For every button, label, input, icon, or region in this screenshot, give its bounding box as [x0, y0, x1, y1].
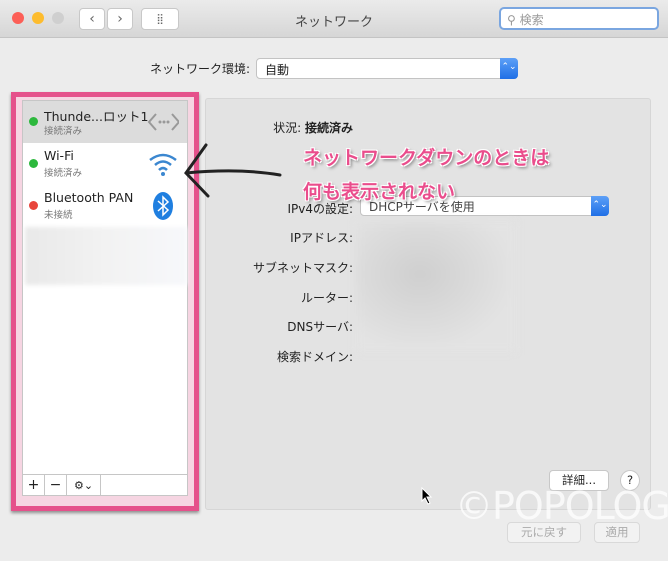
status-dot [29, 159, 38, 168]
search-icon: ⚲ [507, 13, 520, 27]
revert-button[interactable]: 元に戻す [507, 522, 581, 543]
service-name: Bluetooth PAN [44, 190, 134, 205]
service-status: 接続済み [44, 126, 83, 137]
service-item-bluetooth[interactable]: Bluetooth PAN 未接続 [23, 185, 187, 227]
select-arrows-icon: ⌃⌄ [591, 196, 609, 216]
select-arrows-icon: ⌃⌄ [500, 58, 519, 79]
wifi-icon [147, 149, 179, 179]
add-service-button[interactable]: + [23, 475, 45, 495]
arrow-annotation [184, 143, 282, 198]
annotation-line1: ネットワークダウンのときは [303, 147, 550, 169]
list-toolbar: + − ⚙︎⌄ [22, 475, 188, 496]
service-list[interactable]: Thunde...ロット1 接続済み Wi-Fi 接続済み Bluetooth … [22, 100, 188, 475]
ip-label: IPアドレス: [290, 231, 353, 245]
status-label: 状況: [273, 121, 302, 135]
annotation-line2: 何も表示されない [303, 181, 456, 203]
service-item-wifi[interactable]: Wi-Fi 接続済み [23, 143, 187, 185]
location-value: 自動 [265, 63, 290, 77]
service-item-thunderbolt[interactable]: Thunde...ロット1 接続済み [23, 101, 187, 143]
location-row: ネットワーク環境: 自動 ⌃⌄ [150, 58, 519, 79]
dns-label: DNSサーバ: [287, 320, 353, 334]
bluetooth-icon [147, 191, 179, 221]
location-select[interactable]: 自動 ⌃⌄ [256, 58, 519, 79]
search-field[interactable]: ⚲ 検索 [499, 7, 659, 30]
status-row: 状況: 接続済み [273, 119, 353, 136]
status-dot [29, 201, 38, 210]
search-domain-label: 検索ドメイン: [276, 350, 353, 364]
location-label: ネットワーク環境: [150, 62, 251, 76]
service-status: 未接続 [44, 210, 73, 221]
status-dot [29, 117, 38, 126]
blurred-values [356, 222, 516, 352]
title-bar: ‹ › ⣿ ネットワーク ⚲ 検索 [0, 0, 668, 38]
mouse-cursor-icon [421, 487, 433, 505]
search-placeholder: 検索 [519, 13, 544, 27]
thunderbolt-bridge-icon [147, 107, 179, 137]
service-name: Wi-Fi [44, 148, 74, 163]
annotation-highlight-box: Thunde...ロット1 接続済み Wi-Fi 接続済み Bluetooth … [11, 92, 199, 511]
status-value: 接続済み [304, 121, 353, 135]
blurred-service-item [25, 227, 187, 285]
subnet-label: サブネットマスク: [252, 261, 353, 275]
router-label: ルーター: [300, 291, 353, 305]
gear-menu-button[interactable]: ⚙︎⌄ [67, 475, 101, 495]
service-status: 接続済み [44, 168, 83, 179]
remove-service-button[interactable]: − [45, 475, 67, 495]
apply-button[interactable]: 適用 [594, 522, 640, 543]
